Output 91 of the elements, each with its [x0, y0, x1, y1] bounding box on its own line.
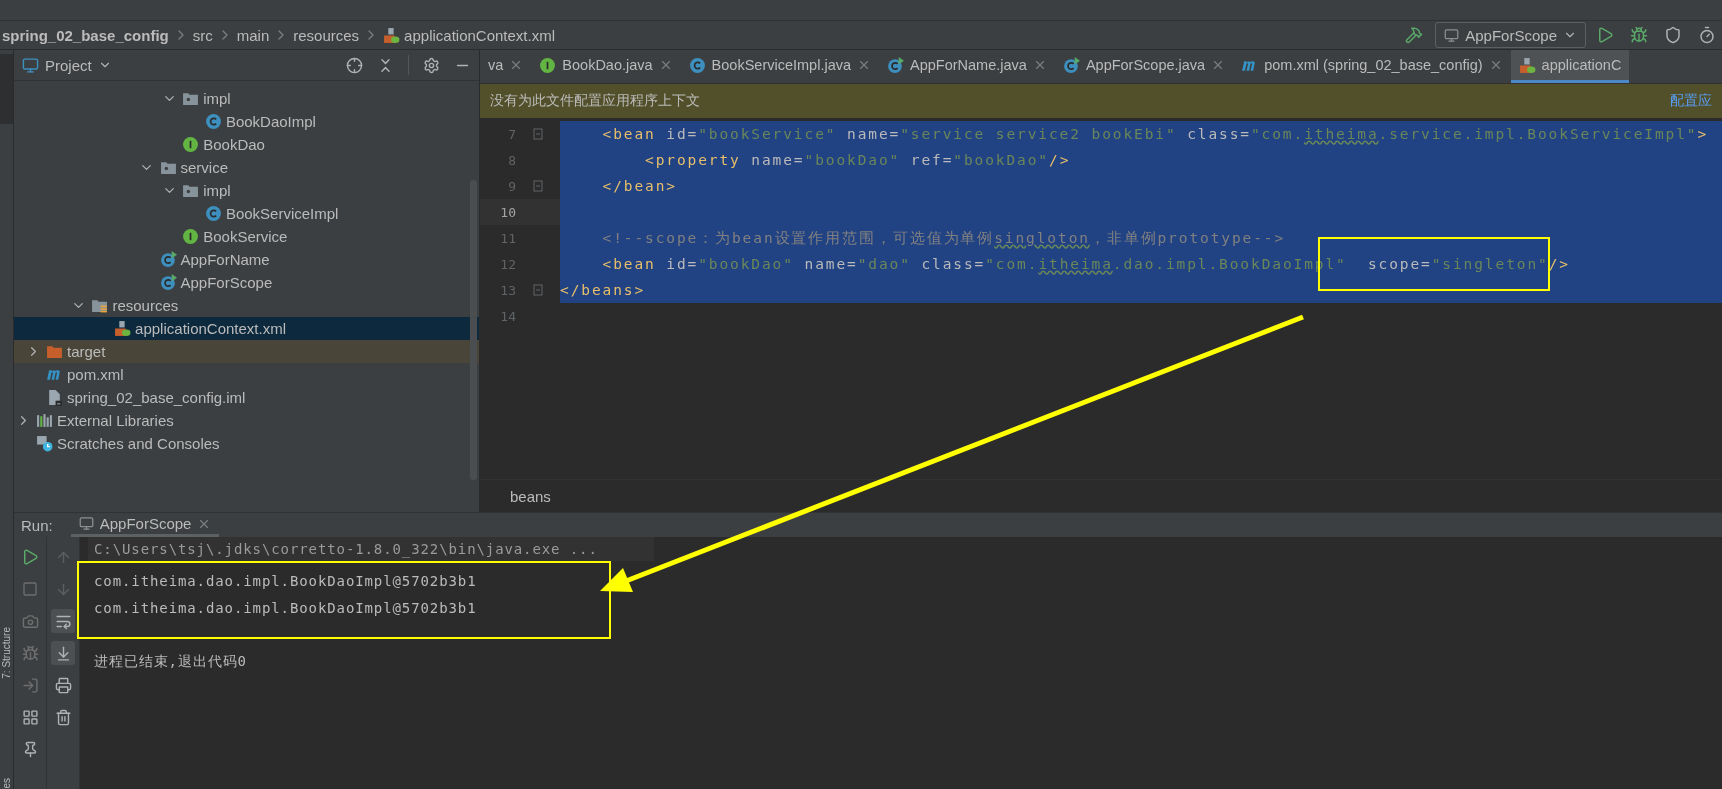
runnable-class-icon: [1062, 56, 1080, 74]
trash-icon[interactable]: [54, 708, 72, 726]
tree-item[interactable]: impl: [14, 87, 479, 110]
line-number: 7: [507, 126, 516, 142]
rerun-icon[interactable]: [21, 548, 39, 566]
editor-tab[interactable]: AppForName.java: [879, 50, 1055, 83]
run-configuration-dropdown[interactable]: AppForScope: [1435, 22, 1586, 48]
package-folder-icon: [182, 182, 200, 199]
tool-window-label[interactable]: es: [0, 778, 13, 789]
hammer-icon[interactable]: [1405, 26, 1424, 44]
breadcrumb-item[interactable]: applicationContext.xml: [404, 26, 556, 44]
scrollbar[interactable]: [470, 180, 477, 480]
configure-link[interactable]: 配置应: [1670, 92, 1712, 110]
tree-item[interactable]: spring_02_base_config.iml: [14, 386, 479, 409]
console-icon: [78, 516, 94, 531]
fold-icon[interactable]: [533, 284, 543, 296]
bug-icon[interactable]: [21, 644, 39, 662]
editor-tab[interactable]: AppForScope.java: [1054, 50, 1234, 83]
line-number: 10: [499, 204, 516, 220]
folder-icon: [46, 343, 63, 360]
editor-tab[interactable]: pom.xml (spring_02_base_config): [1233, 50, 1511, 83]
tree-item[interactable]: applicationContext.xml: [14, 317, 479, 340]
runnable-class-icon: [159, 274, 177, 291]
tree-item[interactable]: target: [14, 340, 479, 363]
line-number: 14: [499, 308, 516, 324]
tree-item[interactable]: pom.xml: [14, 363, 479, 386]
editor-tab[interactable]: va: [480, 50, 532, 83]
tree-item[interactable]: AppForScope: [14, 271, 479, 294]
editor-tab[interactable]: BookServiceImpl.java: [680, 50, 880, 83]
spring-xml-file-icon: [383, 26, 401, 44]
interface-icon: [182, 228, 200, 245]
module-file-icon: [46, 389, 63, 406]
package-folder-icon: [159, 159, 177, 176]
soft-wrap-toggle[interactable]: [51, 609, 75, 633]
tree-item[interactable]: BookServiceImpl: [14, 202, 479, 225]
breadcrumb-item[interactable]: src: [192, 26, 213, 44]
panel-title: Run:: [21, 516, 53, 534]
resources-folder-icon: [91, 297, 109, 314]
panel-icon: [22, 56, 39, 74]
editor-tab[interactable]: BookDao.java: [531, 50, 681, 83]
tree-item[interactable]: External Libraries: [14, 409, 479, 432]
banner-message: 没有为此文件配置应用程序上下文: [490, 92, 700, 110]
console-line: 进程已结束,退出代码0: [93, 651, 248, 671]
breadcrumb-item[interactable]: resources: [293, 26, 360, 44]
tool-window-label[interactable]: 7: Structure: [0, 626, 13, 679]
tree-item[interactable]: BookService: [14, 225, 479, 248]
scratches-icon: [36, 435, 53, 452]
breadcrumb-item[interactable]: beans: [510, 487, 551, 505]
console-line: com.itheima.dao.impl.BookDaoImpl@5702b3b1: [93, 598, 478, 618]
spring-xml-file-icon: [1518, 56, 1536, 74]
camera-icon[interactable]: [21, 612, 39, 630]
tree-item[interactable]: BookDaoImpl: [14, 110, 479, 133]
debug-icon[interactable]: [1630, 26, 1648, 44]
panel-title[interactable]: Project: [45, 56, 92, 74]
line-number: 13: [499, 282, 516, 298]
scroll-to-end-toggle[interactable]: [51, 641, 75, 665]
class-icon: [204, 113, 222, 130]
tree-item[interactable]: AppForName: [14, 248, 479, 271]
tree-item[interactable]: impl: [14, 179, 479, 202]
console-line: com.itheima.dao.impl.BookDaoImpl@5702b3b1: [93, 571, 478, 591]
class-icon: [688, 56, 706, 74]
class-icon: [204, 205, 222, 222]
locate-icon[interactable]: [346, 56, 363, 74]
settings-icon[interactable]: [423, 56, 440, 74]
interface-icon: [182, 136, 200, 153]
breadcrumb-item[interactable]: main: [236, 26, 270, 44]
runnable-class-icon: [159, 251, 177, 268]
editor-tab[interactable]: applicationC: [1510, 50, 1630, 83]
run-icon[interactable]: [1596, 26, 1614, 44]
layout-icon[interactable]: [21, 708, 39, 726]
line-number: 12: [499, 256, 516, 272]
coverage-icon[interactable]: [1664, 26, 1682, 44]
window-icon: [1444, 27, 1460, 43]
spring-xml-file-icon: [114, 320, 132, 337]
line-number: 9: [507, 178, 516, 194]
fold-icon[interactable]: [533, 128, 543, 140]
print-icon[interactable]: [54, 676, 72, 694]
line-number: 8: [507, 152, 516, 168]
breadcrumb-item[interactable]: spring_02_base_config: [2, 26, 169, 44]
exit-icon[interactable]: [21, 676, 39, 694]
interface-icon: [539, 56, 557, 74]
runnable-class-icon: [887, 56, 905, 74]
package-folder-icon: [182, 90, 200, 107]
tree-item[interactable]: Scratches and Consoles: [14, 432, 479, 455]
profiler-icon[interactable]: [1698, 26, 1716, 44]
fold-icon[interactable]: [533, 180, 543, 192]
libraries-icon: [36, 412, 53, 429]
tree-item[interactable]: resources: [14, 294, 479, 317]
line-number: 11: [499, 230, 516, 246]
tree-item[interactable]: service: [14, 156, 479, 179]
tree-item[interactable]: BookDao: [14, 133, 479, 156]
